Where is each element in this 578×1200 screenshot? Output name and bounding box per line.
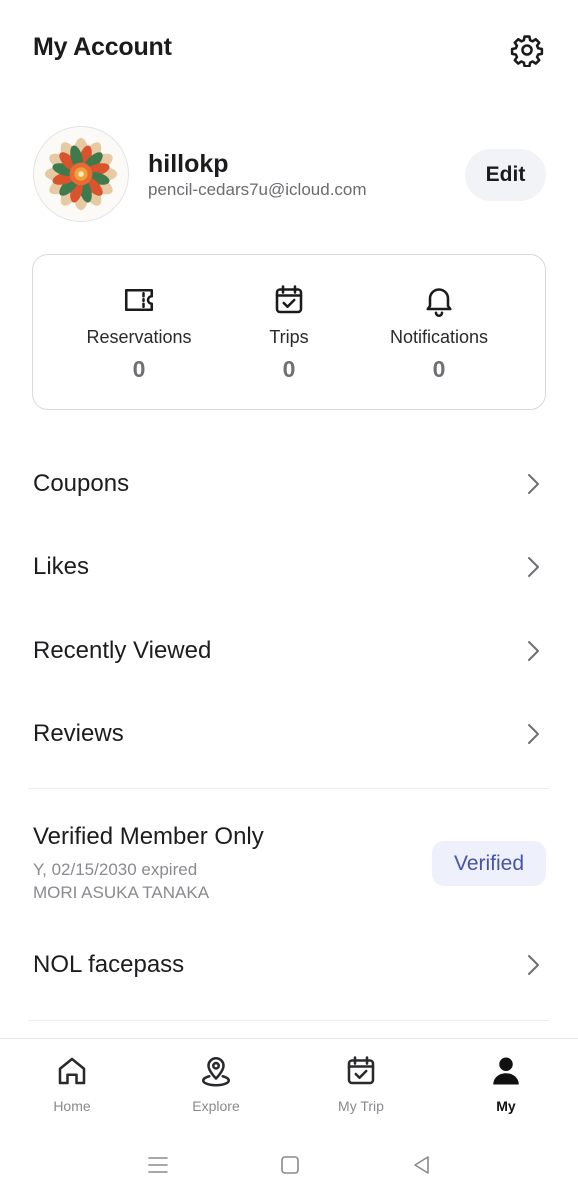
username: hillokp xyxy=(148,150,229,178)
verified-expiry: Y, 02/15/2030 expired xyxy=(33,860,198,879)
gear-icon xyxy=(510,35,544,67)
stat-count: 0 xyxy=(132,356,146,382)
person-icon xyxy=(493,1057,519,1085)
menu-item-label: Reviews xyxy=(33,720,124,747)
chevron-right-icon xyxy=(528,641,539,661)
menu-item-recently-viewed[interactable]: Recently Viewed xyxy=(0,610,578,694)
back-triangle-icon xyxy=(414,1156,429,1174)
menu-item-label: NOL facepass xyxy=(33,951,185,978)
tab-home[interactable]: Home xyxy=(22,1039,122,1129)
tab-my[interactable]: My xyxy=(456,1039,556,1129)
header: My Account xyxy=(0,0,578,100)
menu-lines-icon xyxy=(148,1157,168,1173)
tab-my-trip[interactable]: My Trip xyxy=(311,1039,411,1129)
stat-label: Trips xyxy=(269,327,309,347)
chevron-right-icon xyxy=(528,557,539,577)
menu-item-reviews[interactable]: Reviews xyxy=(0,693,578,777)
divider xyxy=(28,788,550,789)
back-system-button[interactable] xyxy=(406,1150,436,1180)
page-title: My Account xyxy=(33,33,172,61)
verified-name: MORI ASUKA TANAKA xyxy=(33,883,210,902)
profile-section: hillokp pencil-cedars7u@icloud.com Edit xyxy=(0,120,578,230)
stats-card: Reservations 0 Trips 0 Notifications 0 xyxy=(32,254,546,410)
chevron-right-icon xyxy=(528,955,539,975)
menu-item-label: Likes xyxy=(33,553,90,580)
menu-item-nol-facepass[interactable]: NOL facepass xyxy=(0,924,578,1008)
location-pin-icon xyxy=(201,1057,231,1087)
settings-button[interactable] xyxy=(505,28,549,72)
square-icon xyxy=(281,1156,299,1174)
calendar-check-icon xyxy=(275,285,303,314)
stat-label: Reservations xyxy=(86,327,192,347)
trips-stat[interactable]: Trips 0 xyxy=(214,255,364,411)
reservations-stat[interactable]: Reservations 0 xyxy=(64,255,214,411)
menu-item-likes[interactable]: Likes xyxy=(0,526,578,610)
notifications-stat[interactable]: Notifications 0 xyxy=(364,255,514,411)
bottom-tab-bar: Home Explore My Trip My xyxy=(0,1038,578,1128)
tab-label: Home xyxy=(53,1098,91,1114)
edit-profile-button[interactable]: Edit xyxy=(465,149,546,201)
chevron-right-icon xyxy=(528,724,539,744)
menu-item-label: Coupons xyxy=(33,470,130,497)
menu-item-coupons[interactable]: Coupons xyxy=(0,443,578,527)
verified-title: Verified Member Only xyxy=(33,823,264,850)
divider xyxy=(28,1020,550,1021)
avatar[interactable] xyxy=(33,126,129,222)
tab-label: Explore xyxy=(192,1098,240,1114)
recents-button[interactable] xyxy=(143,1150,173,1180)
system-navigation-bar xyxy=(0,1130,578,1200)
verified-badge[interactable]: Verified xyxy=(432,841,546,886)
flower-mandala-avatar xyxy=(44,137,118,211)
stat-count: 0 xyxy=(432,356,446,382)
calendar-check-icon xyxy=(347,1056,375,1085)
home-icon xyxy=(58,1057,86,1085)
bell-icon xyxy=(426,288,452,317)
verified-member-section[interactable]: Verified Member Only Y, 02/15/2030 expir… xyxy=(0,806,578,916)
chevron-right-icon xyxy=(528,474,539,494)
email: pencil-cedars7u@icloud.com xyxy=(148,180,367,199)
tab-label: My xyxy=(496,1098,516,1114)
stat-count: 0 xyxy=(282,356,296,382)
menu-item-label: Recently Viewed xyxy=(33,637,212,664)
home-system-button[interactable] xyxy=(275,1150,305,1180)
tab-label: My Trip xyxy=(338,1098,384,1114)
tab-explore[interactable]: Explore xyxy=(166,1039,266,1129)
ticket-icon xyxy=(124,288,154,312)
stat-label: Notifications xyxy=(389,327,489,347)
